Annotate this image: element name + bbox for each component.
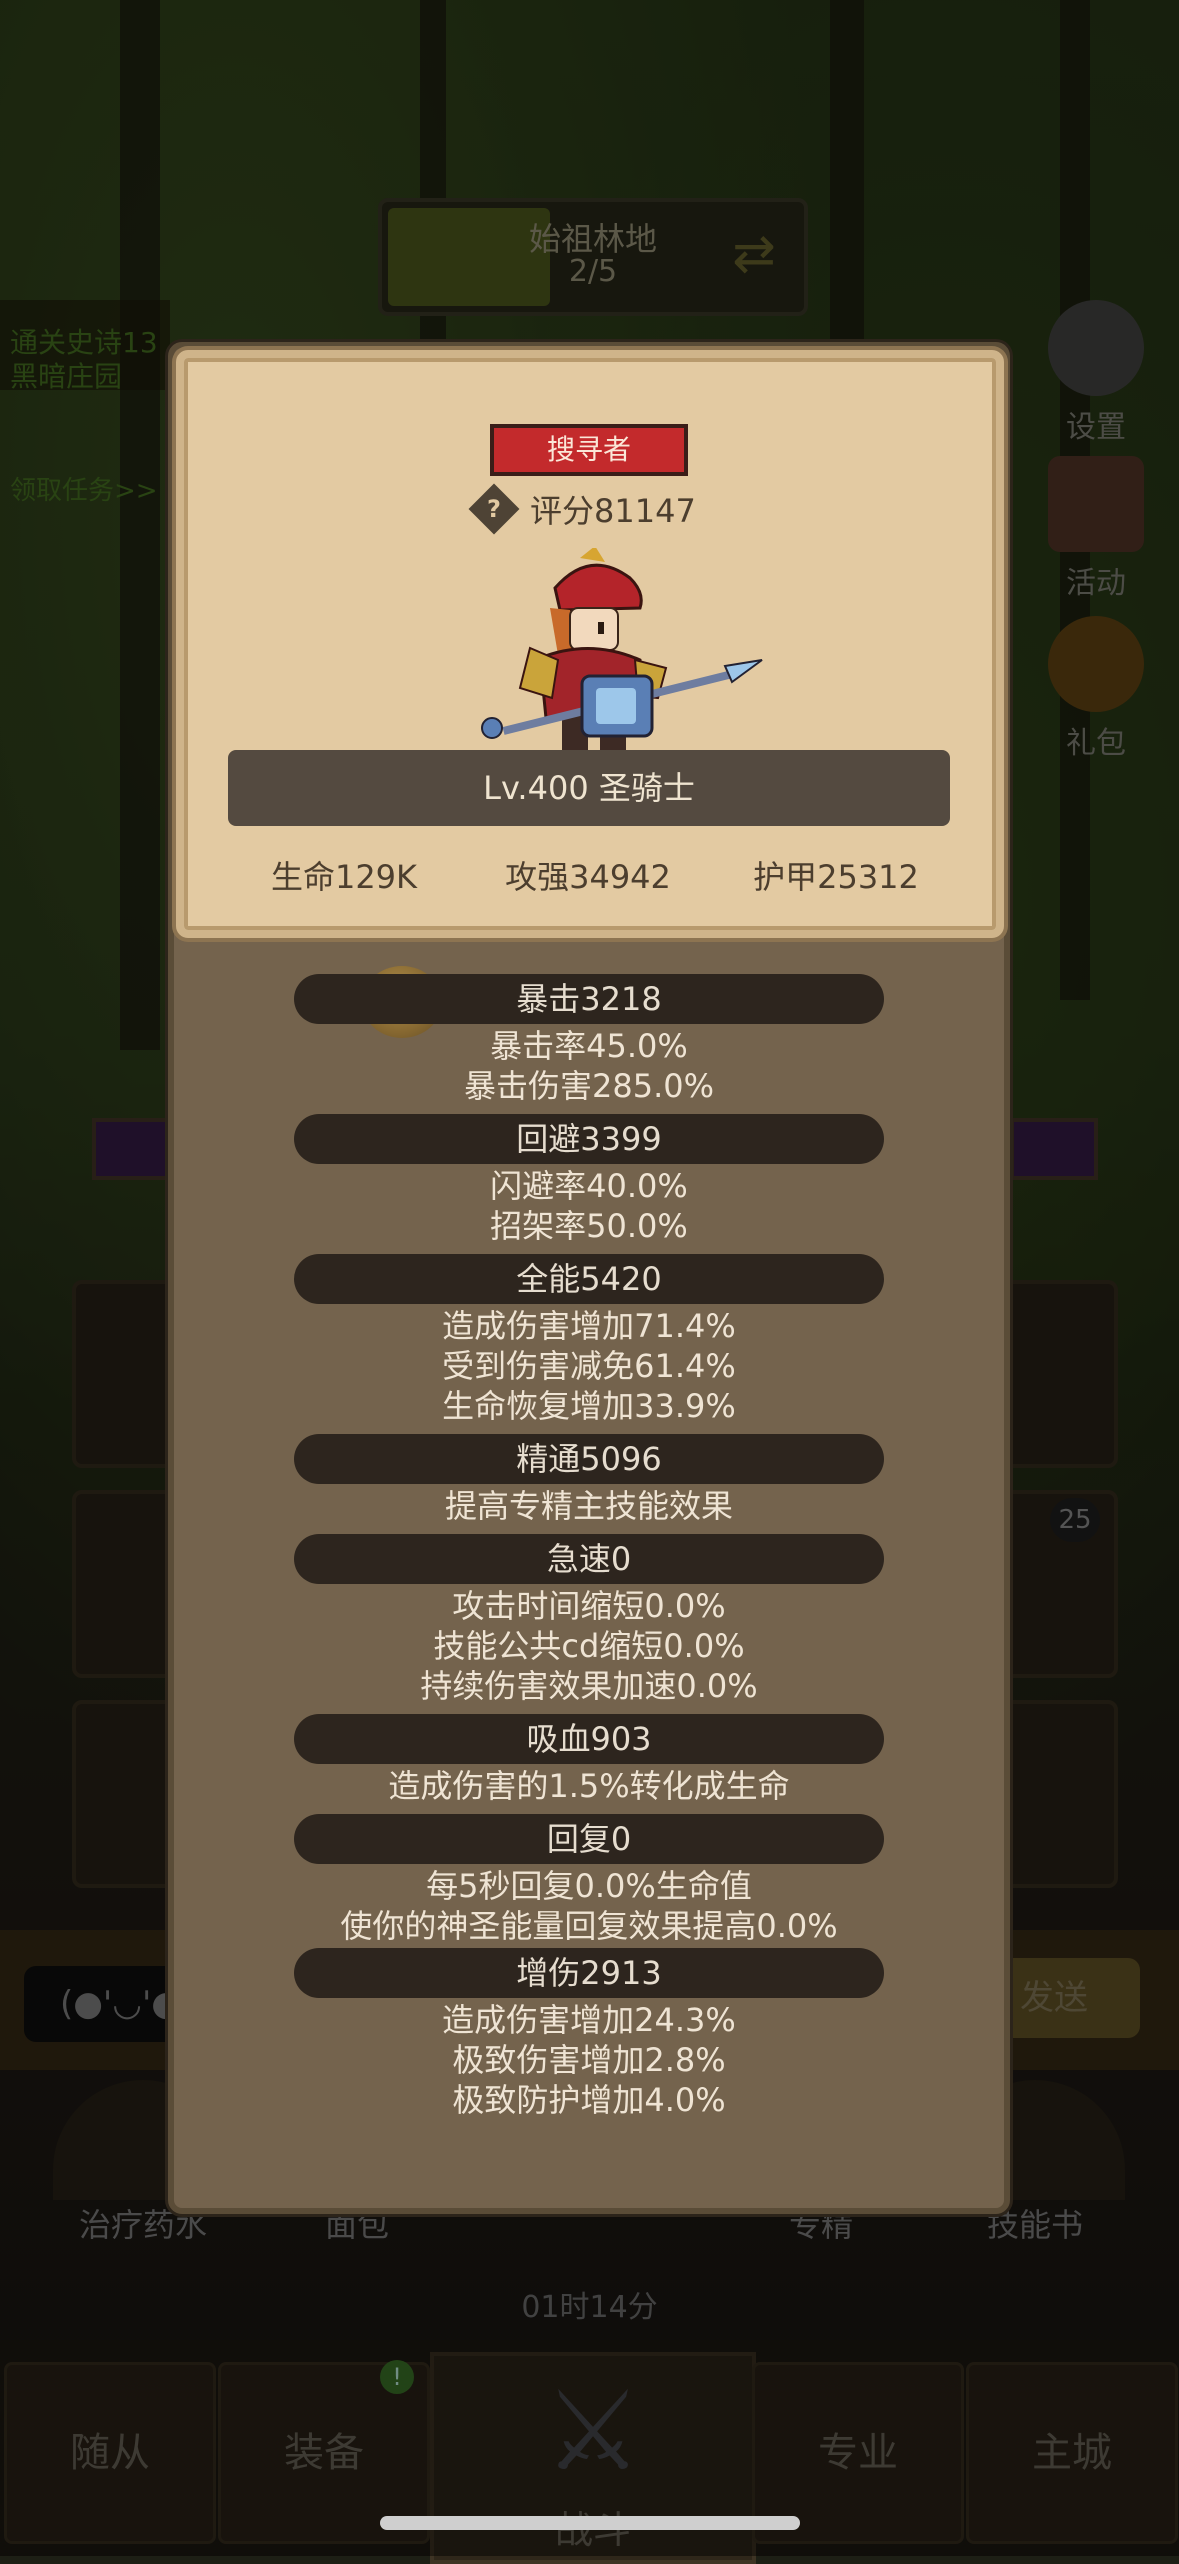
stat-detail: 闪避率40.0%: [490, 1167, 688, 1205]
stat-header-crit: 暴击3218: [294, 974, 884, 1024]
stat-header-regen: 回复0: [294, 1814, 884, 1864]
stat-header-versatility: 全能5420: [294, 1254, 884, 1304]
stat-detail: 持续伤害效果加速0.0%: [420, 1667, 758, 1705]
stat-detail: 暴击率45.0%: [490, 1027, 688, 1065]
level-class-banner: Lv.400 圣骑士: [228, 750, 950, 826]
stat-header-haste: 急速0: [294, 1534, 884, 1584]
armor-stat: 护甲25312: [753, 858, 919, 896]
stat-header-lifesteal: 吸血903: [294, 1714, 884, 1764]
hp-stat: 生命129K: [270, 858, 418, 896]
stat-detail: 造成伤害增加24.3%: [442, 2001, 736, 2039]
score-row: ? 评分81147: [468, 483, 696, 535]
class-tag: 搜寻者: [490, 424, 688, 476]
stat-header-mastery: 精通5096: [294, 1434, 884, 1484]
stat-detail: 使你的神圣能量回复效果提高0.0%: [340, 1907, 838, 1945]
stat-detail: 生命恢复增加33.9%: [442, 1387, 736, 1425]
home-indicator[interactable]: [380, 2516, 800, 2530]
help-icon[interactable]: ?: [468, 483, 520, 535]
stat-detail: 招架率50.0%: [490, 1207, 688, 1245]
attack-power-stat: 攻强34942: [505, 858, 671, 896]
stat-detail: 每5秒回复0.0%生命值: [426, 1867, 752, 1905]
stat-detail: 极致防护增加4.0%: [452, 2081, 726, 2119]
stat-detail: 暴击伤害285.0%: [463, 1067, 715, 1105]
paladin-character-sprite: [481, 548, 763, 750]
stat-detail: 造成伤害的1.5%转化成生命: [388, 1767, 790, 1805]
stat-detail: 造成伤害增加71.4%: [442, 1307, 736, 1345]
stat-detail: 受到伤害减免61.4%: [442, 1347, 736, 1385]
stat-header-damage-bonus: 增伤2913: [294, 1948, 884, 1998]
stat-detail: 攻击时间缩短0.0%: [452, 1587, 726, 1625]
score-value: 评分81147: [530, 492, 696, 530]
stat-detail: 极致伤害增加2.8%: [452, 2041, 726, 2079]
stat-detail: 技能公共cd缩短0.0%: [433, 1627, 745, 1665]
stat-detail: 提高专精主技能效果: [444, 1487, 733, 1525]
stat-header-avoidance: 回避3399: [294, 1114, 884, 1164]
